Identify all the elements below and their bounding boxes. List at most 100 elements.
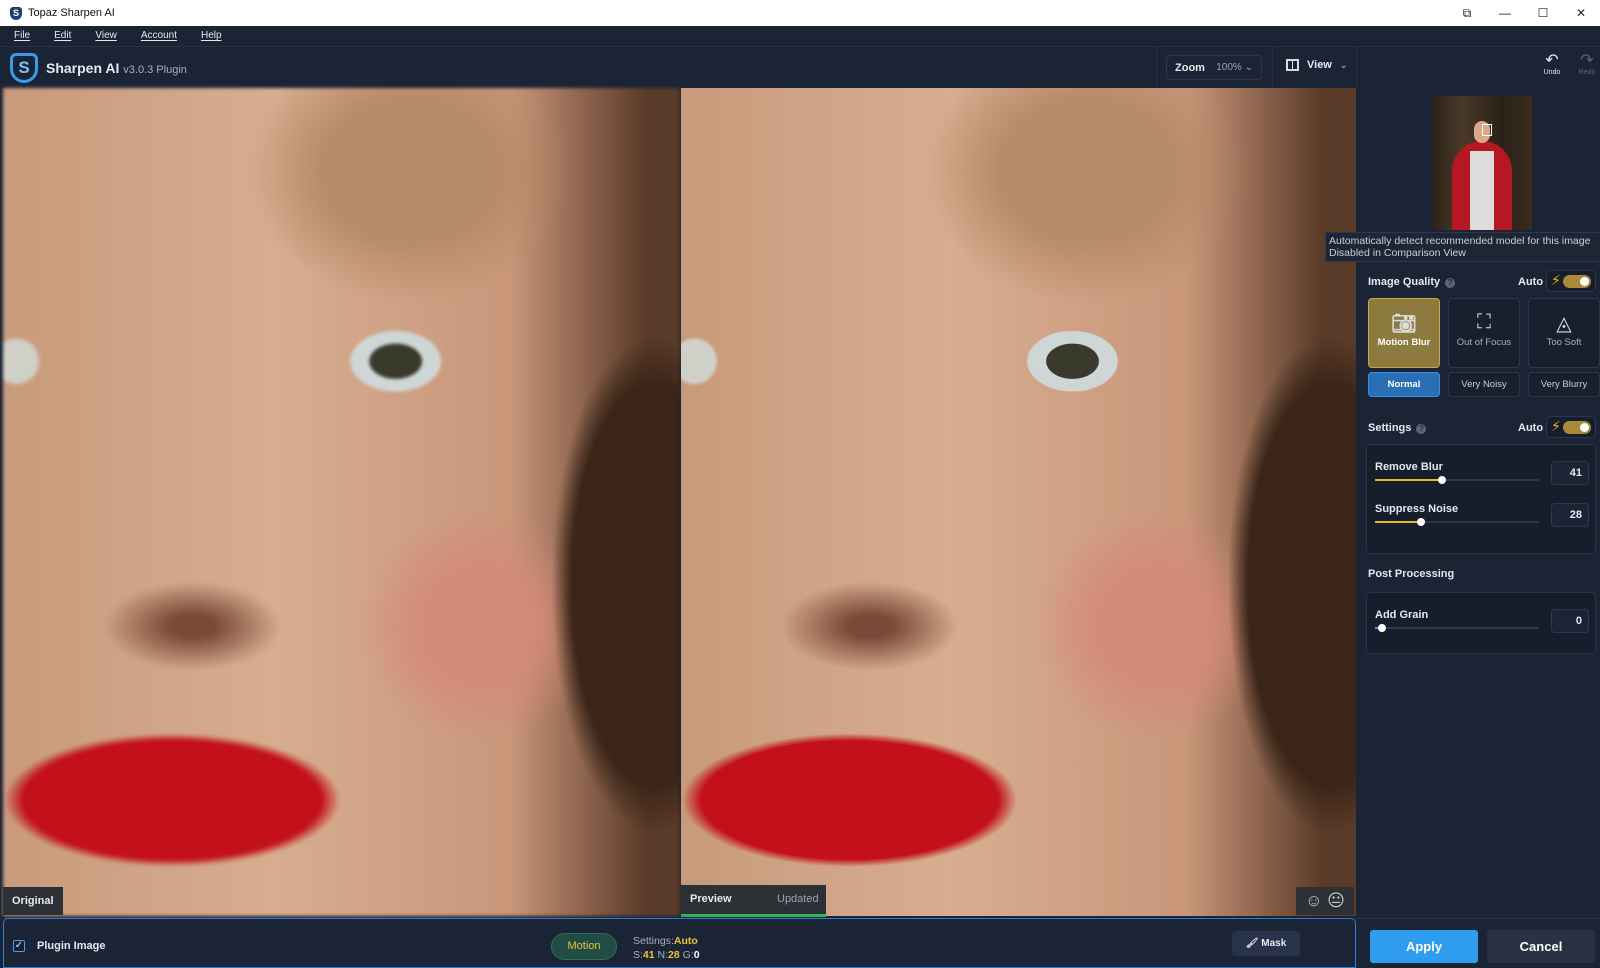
n-value: 28 xyxy=(668,949,680,961)
settings-summary-value: Auto xyxy=(673,935,698,947)
updated-label: Updated xyxy=(777,893,819,905)
level-very-noisy[interactable]: Very Noisy xyxy=(1448,372,1520,397)
lightning-icon: ⚡︎ xyxy=(1551,418,1561,434)
menu-bar: File Edit View Account Help xyxy=(0,26,1600,46)
zoom-label: Zoom xyxy=(1175,61,1205,74)
image-quality-label: Image Quality xyxy=(1368,276,1441,288)
settings-summary-label: Settings: xyxy=(633,935,674,947)
menu-help[interactable]: Help xyxy=(201,26,222,46)
cancel-button[interactable]: Cancel xyxy=(1487,930,1595,963)
side-panel: Automatically detect recommended model f… xyxy=(1325,88,1600,918)
tooltip: Automatically detect recommended model f… xyxy=(1325,232,1600,262)
split-view-icon xyxy=(1286,59,1299,71)
g-label: G: xyxy=(682,949,694,961)
pyramid-icon: ◬ xyxy=(1556,313,1572,335)
undo-label: Undo xyxy=(1543,69,1561,76)
auto-label: Auto xyxy=(1518,276,1544,288)
title-bar: S Topaz Sharpen AI ⧉ — ☐ ✕ xyxy=(0,0,1600,26)
model-too-soft[interactable]: ◬ Too Soft xyxy=(1528,298,1600,368)
s-label: S: xyxy=(633,949,643,961)
minimize-button[interactable]: — xyxy=(1486,0,1524,26)
app-title: Sharpen AI v3.0.3 Plugin xyxy=(46,60,187,76)
g-value: 0 xyxy=(693,949,700,961)
bottom-bar: ✓ Plugin Image Motion Settings:Auto S:41… xyxy=(3,918,1356,968)
feedback-buttons: ☺ 😐︎ xyxy=(1296,887,1354,915)
settings-auto-toggle[interactable]: ⚡︎ xyxy=(1546,416,1596,438)
undo-button[interactable]: ↶ Undo xyxy=(1537,52,1567,77)
add-grain-slider[interactable] xyxy=(1375,624,1539,632)
model-label: Out of Focus xyxy=(1456,337,1512,348)
smile-face-icon[interactable]: ☺ xyxy=(1305,891,1322,910)
window-title: Topaz Sharpen AI xyxy=(28,7,115,19)
divider xyxy=(1356,918,1600,919)
menu-edit[interactable]: Edit xyxy=(54,26,71,46)
undo-icon: ↶ xyxy=(1545,52,1559,69)
app-header: S Sharpen AI v3.0.3 Plugin Zoom 100% ⌄ Vi… xyxy=(0,46,1600,89)
model-badge: Motion xyxy=(551,933,617,960)
menu-file[interactable]: File xyxy=(14,26,30,46)
app-version: v3.0.3 Plugin xyxy=(123,64,187,76)
divider xyxy=(1156,47,1157,89)
suppress-noise-slider[interactable] xyxy=(1375,518,1539,526)
model-label: Too Soft xyxy=(1546,337,1582,348)
remove-blur-slider[interactable] xyxy=(1375,476,1539,484)
preview-status: Preview Updated xyxy=(681,885,826,917)
image-quality-heading: Image Quality? xyxy=(1368,276,1456,288)
snap-icon[interactable]: ⧉ xyxy=(1448,0,1486,26)
redo-icon: ↷ xyxy=(1580,52,1594,69)
navigator-thumbnail[interactable] xyxy=(1432,96,1532,230)
tooltip-line2: Disabled in Comparison View xyxy=(1329,247,1466,259)
preview-label: Preview xyxy=(690,893,732,905)
model-out-of-focus[interactable]: ⛶ Out of Focus xyxy=(1448,298,1520,368)
camera-shake-icon: 📷︎ xyxy=(1391,313,1417,335)
settings-label: Settings xyxy=(1368,422,1412,434)
remove-blur-input[interactable]: 41 xyxy=(1551,461,1589,485)
suppress-noise-label: Suppress Noise xyxy=(1375,503,1459,515)
focus-person-icon: ⛶ xyxy=(1477,311,1491,333)
n-label: N: xyxy=(657,949,669,961)
model-label: Motion Blur xyxy=(1377,337,1431,348)
tooltip-line1: Automatically detect recommended model f… xyxy=(1329,235,1591,247)
lightning-icon: ⚡︎ xyxy=(1551,272,1561,288)
settings-summary: Settings:Auto S:41 N:28 G:0 xyxy=(633,934,700,962)
level-very-blurry[interactable]: Very Blurry xyxy=(1528,372,1600,397)
navigator-viewport[interactable] xyxy=(1482,124,1492,136)
post-processing-card: Add Grain 0 xyxy=(1366,592,1596,654)
post-processing-heading: Post Processing xyxy=(1368,568,1455,580)
level-normal[interactable]: Normal xyxy=(1368,372,1440,397)
redo-button[interactable]: ↷ Redo xyxy=(1572,52,1600,77)
plugin-image-checkbox[interactable]: ✓ xyxy=(13,940,25,952)
view-dropdown[interactable]: View ⌄ xyxy=(1286,59,1347,71)
zoom-value: 100% xyxy=(1216,62,1242,73)
plugin-image-label: Plugin Image xyxy=(37,940,106,952)
redo-label: Redo xyxy=(1578,69,1596,76)
settings-card: Remove Blur 41 Suppress Noise 28 xyxy=(1366,444,1596,554)
add-grain-label: Add Grain xyxy=(1375,609,1429,621)
preview-image[interactable] xyxy=(681,88,1356,916)
brush-icon: 🖌︎ xyxy=(1245,938,1259,949)
close-button[interactable]: ✕ xyxy=(1562,0,1600,26)
apply-button[interactable]: Apply xyxy=(1370,930,1478,963)
suppress-noise-input[interactable]: 28 xyxy=(1551,503,1589,527)
s-value: 41 xyxy=(642,949,655,961)
original-label: Original xyxy=(3,887,63,915)
model-motion-blur[interactable]: 📷︎ Motion Blur xyxy=(1368,298,1440,368)
image-quality-auto-toggle[interactable]: ⚡︎ xyxy=(1546,270,1596,292)
app-logo-icon: S xyxy=(10,6,22,20)
add-grain-input[interactable]: 0 xyxy=(1551,609,1589,633)
original-image[interactable] xyxy=(3,88,680,916)
menu-account[interactable]: Account xyxy=(141,26,177,46)
zoom-dropdown[interactable]: Zoom 100% ⌄ xyxy=(1166,55,1262,80)
settings-heading: Settings? xyxy=(1368,422,1427,434)
menu-view[interactable]: View xyxy=(95,26,117,46)
neutral-face-icon[interactable]: 😐︎ xyxy=(1327,891,1345,910)
help-icon[interactable]: ? xyxy=(1416,424,1427,434)
app-name: Sharpen AI xyxy=(46,60,120,76)
help-icon[interactable]: ? xyxy=(1445,278,1456,288)
divider xyxy=(1272,47,1273,89)
remove-blur-label: Remove Blur xyxy=(1375,461,1443,473)
sharpen-logo-icon: S xyxy=(10,53,38,83)
mask-button[interactable]: 🖌︎ Mask xyxy=(1232,931,1300,956)
maximize-button[interactable]: ☐ xyxy=(1524,0,1562,26)
divider xyxy=(1356,47,1357,89)
